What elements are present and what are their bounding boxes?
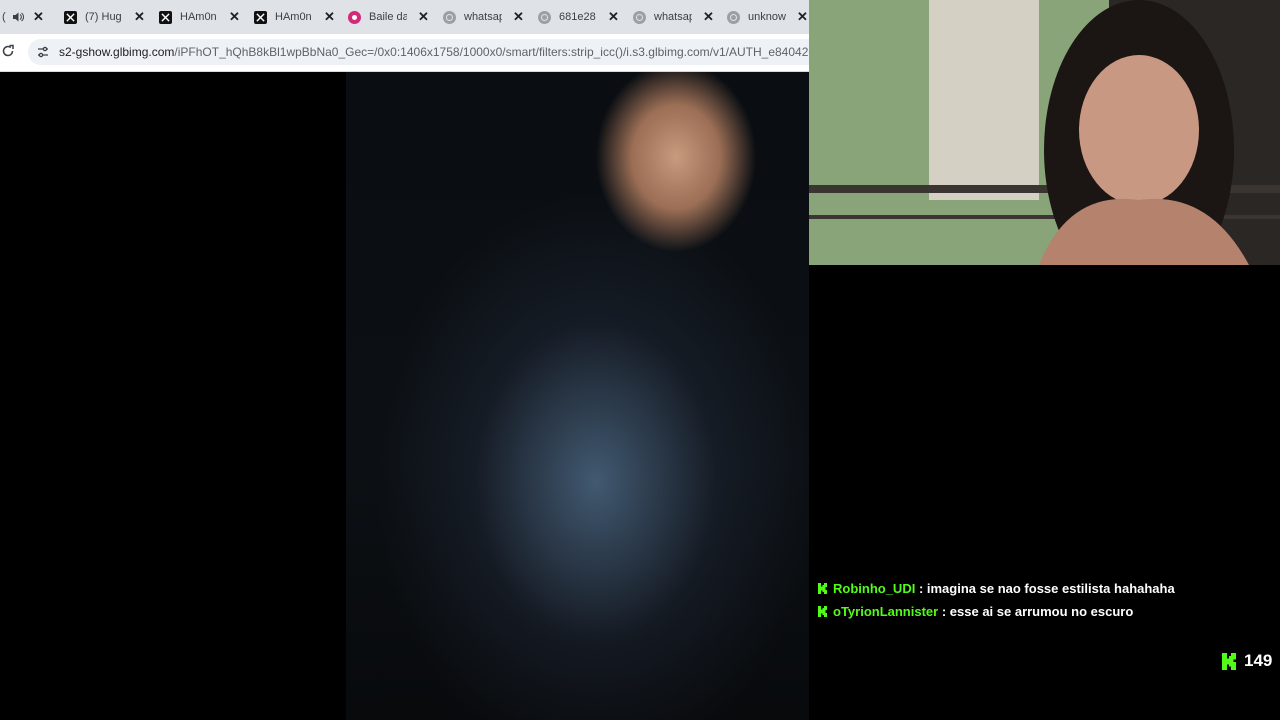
tab-title: Baile da	[369, 11, 407, 23]
pink-circle-icon	[348, 10, 361, 24]
close-icon[interactable]: ✕	[418, 9, 429, 25]
fashion-photo	[346, 72, 809, 720]
tab-title: whatsap	[654, 11, 692, 23]
close-icon[interactable]: ✕	[513, 9, 524, 25]
viewer-count: 149	[1244, 651, 1273, 670]
x-logo-icon	[64, 10, 77, 24]
chat-overlay: Robinho_UDI : imagina se nao fosse estil…	[812, 578, 1272, 624]
chat-separator: :	[938, 604, 950, 619]
tab-8[interactable]: whatsap ✕	[633, 6, 714, 28]
tab-5[interactable]: Baile da ✕	[348, 6, 429, 28]
globe-icon	[727, 10, 740, 24]
tab-title: (7) Hug	[85, 11, 122, 23]
close-icon[interactable]: ✕	[134, 9, 145, 25]
url-host: s2-gshow.glbimg.com	[59, 45, 175, 59]
site-info-icon[interactable]	[36, 45, 50, 59]
chat-message: oTyrionLannister : esse ai se arrumou no…	[812, 601, 1272, 623]
tab-9[interactable]: unknow ✕	[727, 6, 808, 28]
page-viewport	[0, 72, 809, 720]
close-icon[interactable]: ✕	[797, 9, 808, 25]
close-icon[interactable]: ✕	[229, 9, 240, 25]
close-icon[interactable]: ✕	[608, 9, 619, 25]
browser-window: ( ✕ (7) Hug ✕ HAm0n ✕ HAm0n ✕ Baile da ✕…	[0, 0, 809, 720]
webcam-scene	[809, 0, 1280, 265]
chat-username[interactable]: Robinho_UDI	[833, 581, 915, 596]
kick-badge-icon	[818, 606, 827, 617]
x-logo-icon	[254, 10, 267, 24]
viewer-counter: 149	[1222, 650, 1272, 672]
chat-message: Robinho_UDI : imagina se nao fosse estil…	[812, 578, 1272, 600]
tab-2[interactable]: (7) Hug ✕	[64, 6, 145, 28]
x-logo-icon	[159, 10, 172, 24]
tab-title: (	[2, 11, 6, 23]
tab-strip: ( ✕ (7) Hug ✕ HAm0n ✕ HAm0n ✕ Baile da ✕…	[0, 0, 809, 34]
reload-icon[interactable]	[1, 44, 15, 58]
globe-icon	[633, 10, 646, 24]
close-icon[interactable]: ✕	[703, 9, 714, 25]
tab-1[interactable]: ( ✕	[2, 6, 44, 28]
url-path: /iPFhOT_hQhB8kBl1wpBbNa0_Gec=/0x0:1406x1…	[174, 45, 809, 59]
tab-7[interactable]: 681e28 ✕	[538, 6, 619, 28]
chat-text: imagina se nao fosse estilista hahahaha	[926, 581, 1175, 596]
url-text[interactable]: s2-gshow.glbimg.com/iPFhOT_hQhB8kBl1wpBb…	[59, 45, 809, 59]
tab-3[interactable]: HAm0n ✕	[159, 6, 240, 28]
tab-title: HAm0n	[180, 11, 217, 23]
kick-logo-icon	[1222, 652, 1236, 670]
tab-6[interactable]: whatsap ✕	[443, 6, 524, 28]
close-icon[interactable]: ✕	[33, 9, 44, 25]
chat-separator: :	[915, 581, 927, 596]
webcam-feed	[809, 0, 1280, 265]
tab-title: whatsap	[464, 11, 502, 23]
close-icon[interactable]: ✕	[324, 9, 335, 25]
kick-badge-icon	[818, 583, 827, 594]
tab-title: 681e28	[559, 11, 596, 23]
chat-text: esse ai se arrumou no escuro	[949, 604, 1134, 619]
globe-icon	[443, 10, 456, 24]
browser-toolbar: s2-gshow.glbimg.com/iPFhOT_hQhB8kBl1wpBb…	[0, 34, 809, 72]
tab-title: HAm0n	[275, 11, 312, 23]
screen: ( ✕ (7) Hug ✕ HAm0n ✕ HAm0n ✕ Baile da ✕…	[0, 0, 1280, 720]
tab-4[interactable]: HAm0n ✕	[254, 6, 335, 28]
tab-title: unknow	[748, 11, 786, 23]
address-bar[interactable]: s2-gshow.glbimg.com/iPFhOT_hQhB8kBl1wpBb…	[28, 39, 809, 65]
chat-username[interactable]: oTyrionLannister	[833, 604, 938, 619]
speaker-icon[interactable]	[12, 11, 24, 23]
globe-icon	[538, 10, 551, 24]
